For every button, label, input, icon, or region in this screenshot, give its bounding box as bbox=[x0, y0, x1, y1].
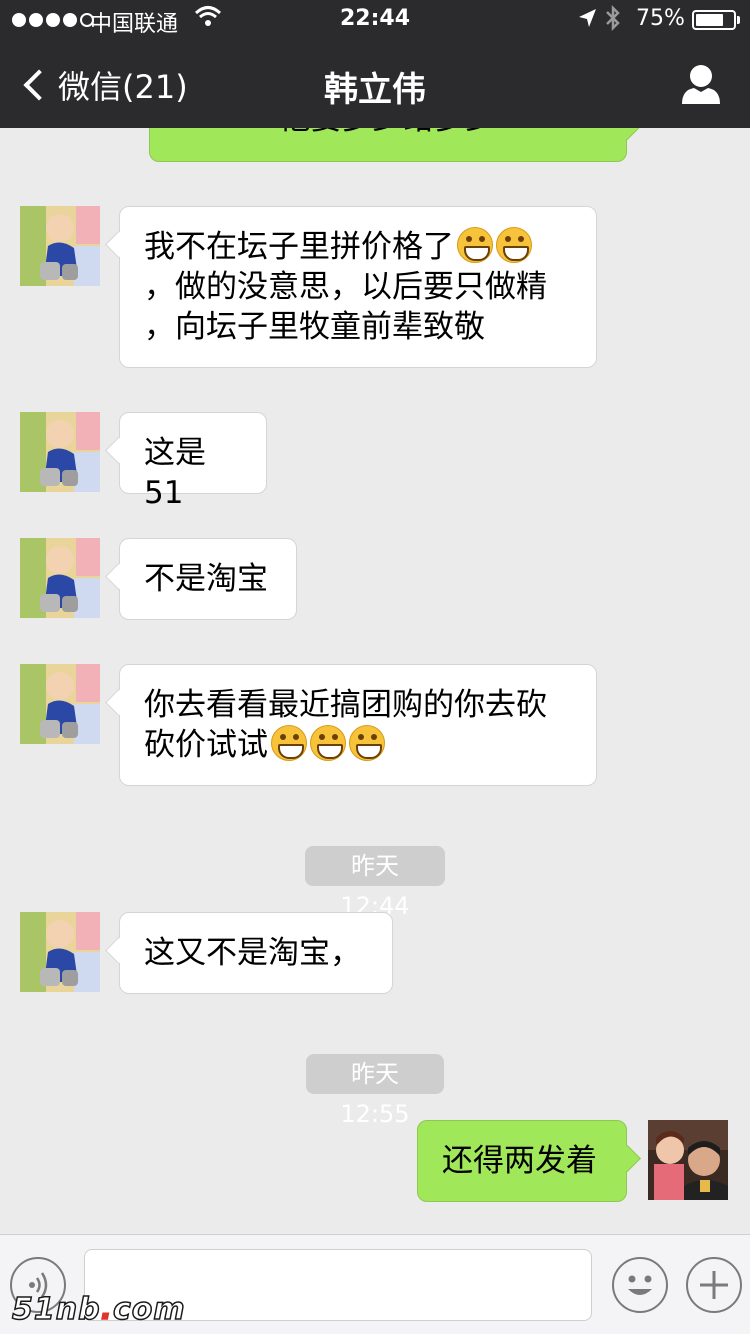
message-text: 我不在坛子里拼价格了 bbox=[144, 227, 572, 267]
message-text: 还得两发着 bbox=[442, 1143, 597, 1179]
navigation-bar: 中国联通 22:44 75% 微信(21) 韩立伟 bbox=[0, 0, 750, 128]
message-text: 这又不是淘宝， bbox=[144, 935, 361, 971]
location-icon bbox=[576, 6, 598, 38]
message-bubble-outgoing[interactable]: 还得两发着 bbox=[417, 1120, 627, 1202]
contact-avatar[interactable] bbox=[20, 412, 100, 492]
emoji-button[interactable] bbox=[612, 1257, 668, 1313]
message-bubble-incoming[interactable]: 你去看看最近搞团购的你去砍 砍价试试 bbox=[119, 664, 597, 786]
contact-avatar[interactable] bbox=[20, 912, 100, 992]
battery-icon bbox=[692, 10, 736, 30]
contact-avatar[interactable] bbox=[20, 206, 100, 286]
message-bubble-incoming[interactable]: 不是淘宝 bbox=[119, 538, 297, 620]
message-text-line: ，做的没意思，以后要只做精 bbox=[144, 269, 547, 305]
my-avatar[interactable] bbox=[648, 1120, 728, 1200]
message-text: 你去看看最近搞团购的你去砍 bbox=[144, 687, 547, 723]
timestamp-label: 昨天 12:44 bbox=[305, 846, 445, 920]
grin-emoji-icon bbox=[457, 227, 493, 263]
more-button[interactable] bbox=[686, 1257, 742, 1313]
person-icon bbox=[682, 65, 720, 104]
contact-avatar[interactable] bbox=[20, 664, 100, 744]
emoji-icon bbox=[628, 1275, 652, 1295]
grin-emoji-icon bbox=[271, 725, 307, 761]
message-bubble-incoming[interactable]: 我不在坛子里拼价格了 ，做的没意思，以后要只做精 ，向坛子里牧童前辈致敬 bbox=[119, 206, 597, 368]
chat-title: 韩立伟 bbox=[324, 70, 426, 110]
message-text: 这是51 bbox=[144, 435, 206, 511]
chat-area: 他要多少给多少 我不在坛子里拼价格了 ，做的没意思，以后要只做精 ，向坛子里牧童… bbox=[0, 0, 750, 1234]
message-bubble-incoming[interactable]: 这又不是淘宝， bbox=[119, 912, 393, 994]
message-text: 不是淘宝 bbox=[144, 561, 268, 597]
plus-icon bbox=[700, 1271, 728, 1299]
timestamp-label: 昨天 12:55 bbox=[306, 1054, 444, 1128]
message-text-line: ，向坛子里牧童前辈致敬 bbox=[144, 309, 485, 345]
message-text-line: 砍价试试 bbox=[144, 725, 572, 765]
grin-emoji-icon bbox=[349, 725, 385, 761]
grin-emoji-icon bbox=[310, 725, 346, 761]
site-watermark: 51nb.com bbox=[11, 1291, 186, 1328]
battery-percent: 75% bbox=[636, 6, 685, 31]
status-bar: 中国联通 22:44 75% bbox=[0, 0, 750, 40]
grin-emoji-icon bbox=[496, 227, 532, 263]
contact-profile-button[interactable] bbox=[676, 62, 726, 108]
bluetooth-icon bbox=[602, 3, 624, 41]
message-bubble-incoming[interactable]: 这是51 bbox=[119, 412, 267, 511]
contact-avatar[interactable] bbox=[20, 538, 100, 618]
